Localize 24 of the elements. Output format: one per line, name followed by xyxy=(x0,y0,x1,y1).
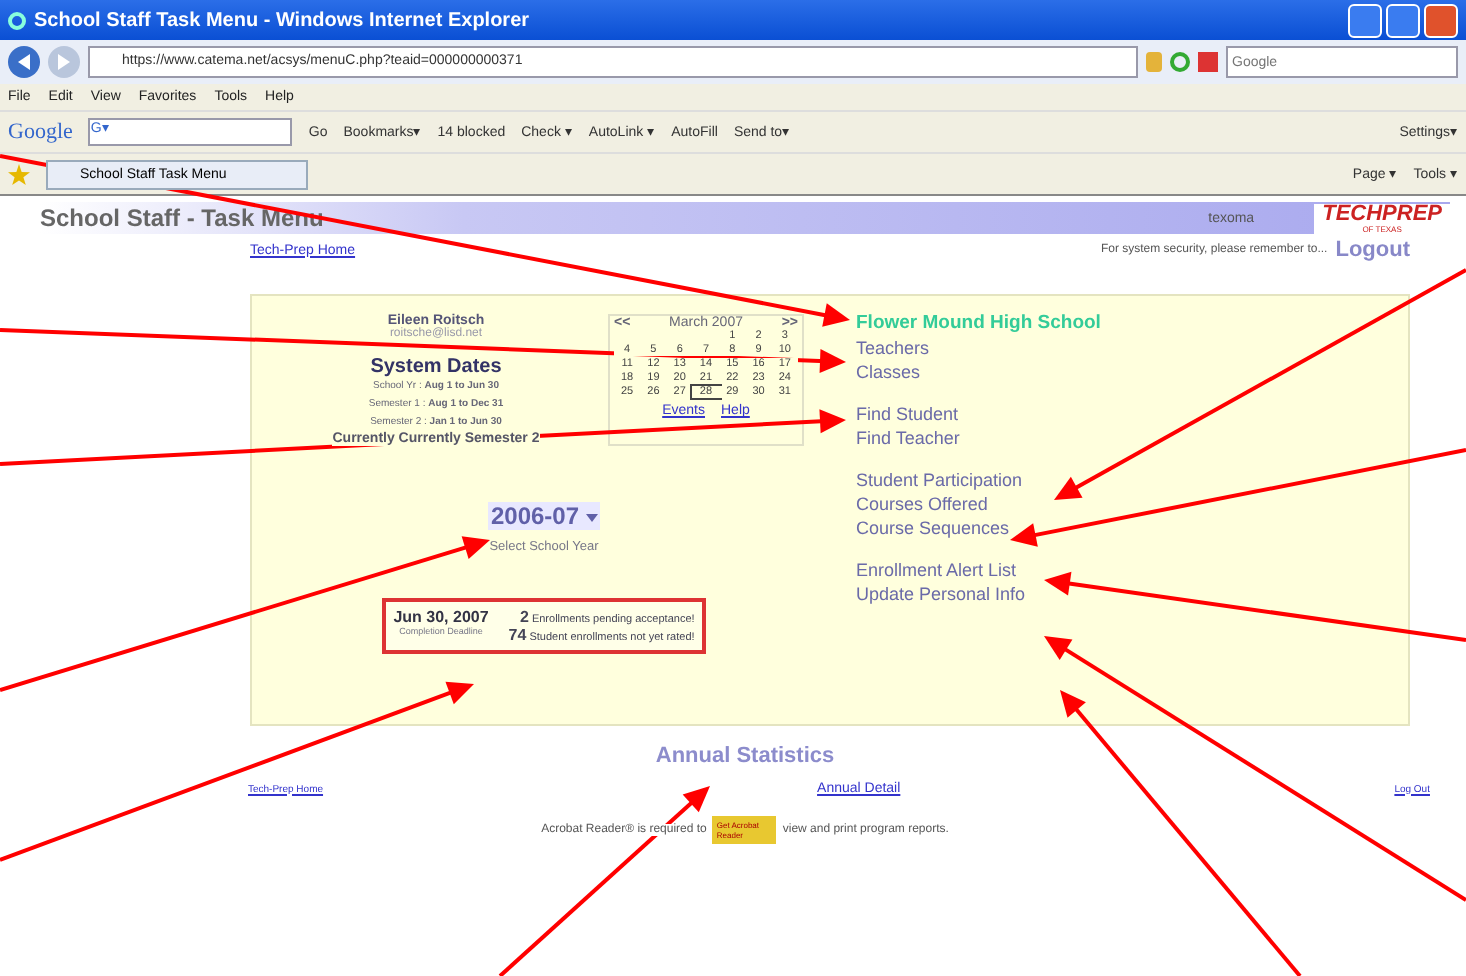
alert-count: 74 xyxy=(508,626,527,644)
deadline-date: Jun 30, 2007 xyxy=(393,608,489,626)
toolbar-logo: Google xyxy=(8,120,73,144)
section-title: System Dates xyxy=(370,356,502,378)
school-name: Flower Mound High School xyxy=(856,312,1101,334)
section-title: Annual Statistics xyxy=(655,744,835,768)
minimize-button[interactable] xyxy=(1348,3,1382,37)
menu-link[interactable]: Find Student xyxy=(856,404,1101,424)
menu-link[interactable]: Courses Offered xyxy=(856,494,1101,514)
window-title: School Staff Task Menu - Windows Internet Explorer xyxy=(34,9,530,31)
menu-link[interactable]: Enrollment Alert List xyxy=(856,560,1101,580)
close-button[interactable] xyxy=(1424,3,1458,37)
caret-icon xyxy=(585,513,598,522)
school-year-dropdown[interactable]: 2006-07 xyxy=(488,502,600,530)
menu-link[interactable]: Course Sequences xyxy=(856,518,1101,538)
menu-link[interactable]: Teachers xyxy=(856,338,1101,358)
star-icon[interactable] xyxy=(8,163,30,185)
menu-link[interactable]: Classes xyxy=(856,362,1101,382)
maximize-button[interactable] xyxy=(1386,3,1420,37)
back-button[interactable] xyxy=(8,46,40,78)
menu-link[interactable]: Update Personal Info xyxy=(856,584,1101,604)
menu-link[interactable]: Find Teacher xyxy=(856,428,1101,448)
alert-count: 2 xyxy=(519,608,529,626)
menu-link[interactable]: Student Participation xyxy=(856,470,1101,490)
